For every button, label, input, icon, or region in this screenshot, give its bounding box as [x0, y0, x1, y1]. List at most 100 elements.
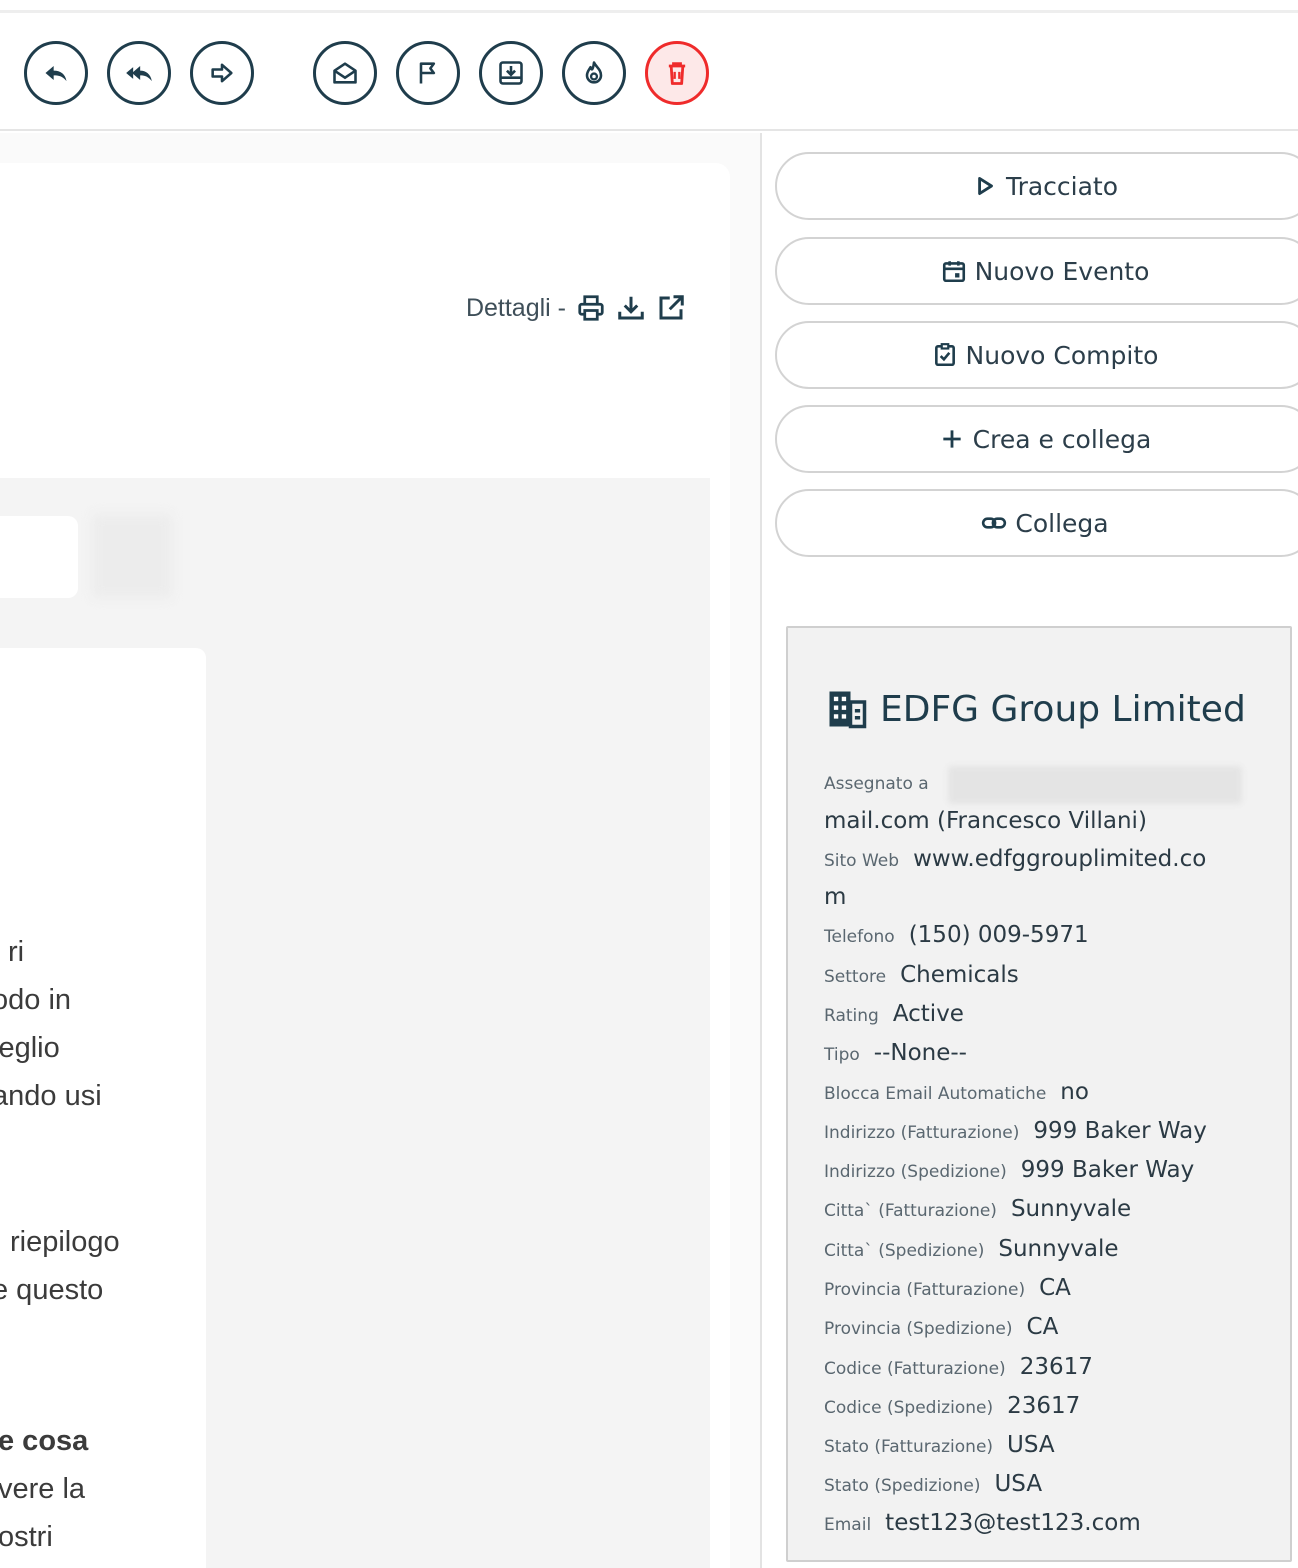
field-row: Codice (Spedizione) 23617	[824, 1388, 1254, 1426]
reply-icon	[45, 66, 67, 82]
new-event-button[interactable]: Nuovo Evento	[775, 237, 1298, 305]
field-value: Chemicals	[900, 962, 1019, 988]
field-label: Telefono	[824, 927, 895, 947]
print-icon[interactable]	[576, 293, 606, 323]
field-row: m	[824, 880, 1254, 916]
field-label: Stato (Spedizione)	[824, 1476, 981, 1496]
pane-divider	[760, 133, 762, 1568]
new-task-button[interactable]: Nuovo Compito	[775, 321, 1298, 389]
field-row: Codice (Fatturazione) 23617	[824, 1348, 1254, 1388]
message-text: e cosa	[0, 1425, 89, 1457]
field-label: Stato (Fatturazione)	[824, 1437, 994, 1457]
field-value: --None--	[873, 1040, 967, 1066]
fire-icon	[585, 61, 603, 84]
field-row: Provincia (Spedizione) CA	[824, 1308, 1254, 1348]
flag-icon	[419, 62, 436, 84]
link-label: Collega	[1015, 508, 1109, 538]
message-text: ando usi	[0, 1080, 102, 1112]
field-value: no	[1060, 1079, 1089, 1105]
field-value[interactable]: test123@test123.com	[885, 1510, 1141, 1536]
field-value[interactable]: www.edfggrouplimited.co	[913, 846, 1206, 872]
field-label: Assegnato a	[824, 774, 929, 794]
field-row: Tipo --None--	[824, 1034, 1254, 1074]
field-label: Blocca Email Automatiche	[824, 1084, 1047, 1104]
field-value: CA	[1026, 1314, 1059, 1340]
spam-button[interactable]	[562, 41, 626, 105]
field-value: m	[824, 884, 847, 910]
field-row: Stato (Fatturazione) USA	[824, 1426, 1254, 1466]
field-label: Sito Web	[824, 851, 900, 871]
field-label: Email	[824, 1515, 872, 1535]
company-card: EDFG Group Limited Assegnato a mail.com …	[786, 626, 1292, 1562]
field-label: Provincia (Spedizione)	[824, 1319, 1013, 1339]
field-label: Settore	[824, 967, 887, 987]
reply-button[interactable]	[24, 41, 88, 105]
field-row: Email test123@test123.com	[824, 1504, 1254, 1544]
calendar-icon	[942, 261, 965, 283]
message-text: vere la	[0, 1473, 86, 1505]
blurred-block	[0, 516, 78, 598]
field-value: (150) 009-5971	[908, 922, 1089, 948]
field-value: 999 Baker Way	[1033, 1118, 1207, 1144]
field-label: Indirizzo (Fatturazione)	[824, 1123, 1020, 1143]
create-link-label: Crea e collega	[972, 424, 1152, 454]
mark-read-button[interactable]	[313, 41, 377, 105]
envelope-open-icon	[333, 62, 357, 84]
inbox-download-icon	[499, 61, 523, 85]
blurred-block	[92, 514, 172, 598]
plus-icon	[942, 430, 961, 448]
field-row: Citta` (Spedizione) Sunnyvale	[824, 1230, 1254, 1270]
tracciato-button[interactable]: Tracciato	[775, 152, 1298, 220]
link-button[interactable]: Collega	[775, 489, 1298, 557]
delete-button[interactable]	[645, 41, 709, 105]
link-icon	[982, 517, 1007, 529]
email-toolbar	[0, 13, 1298, 131]
email-pane: Dettagli - ri odo in ieglio ando usi rie…	[0, 133, 760, 1568]
forward-button[interactable]	[190, 41, 254, 105]
field-label: Citta` (Fatturazione)	[824, 1201, 997, 1221]
details-label: Dettagli -	[465, 293, 566, 322]
field-row: Settore Chemicals	[824, 956, 1254, 996]
field-value: 999 Baker Way	[1020, 1157, 1195, 1183]
create-link-button[interactable]: Crea e collega	[775, 405, 1298, 473]
company-name[interactable]: EDFG Group Limited	[880, 689, 1246, 730]
field-row: Indirizzo (Fatturazione) 999 Baker Way	[824, 1112, 1254, 1152]
flag-button[interactable]	[396, 41, 460, 105]
clipboard-check-icon	[934, 343, 955, 367]
reply-all-button[interactable]	[107, 41, 171, 105]
reply-all-icon	[126, 66, 152, 82]
trash-icon	[668, 62, 686, 85]
field-row: Blocca Email Automatiche no	[824, 1074, 1254, 1112]
field-value: Active	[892, 1001, 964, 1027]
field-row: Telefono (150) 009-5971	[824, 916, 1254, 956]
field-label: Codice (Fatturazione)	[824, 1359, 1006, 1379]
field-row: Provincia (Fatturazione) CA	[824, 1270, 1254, 1308]
field-label: Provincia (Fatturazione)	[824, 1280, 1026, 1300]
redacted-email	[947, 765, 1242, 804]
message-text: odo in	[0, 984, 72, 1016]
new-event-label: Nuovo Evento	[974, 256, 1150, 286]
field-value: mail.com (Francesco Villani)	[824, 808, 1147, 834]
message-text: riepilogo	[10, 1226, 120, 1258]
new-task-label: Nuovo Compito	[965, 340, 1159, 370]
company-fields: Assegnato a mail.com (Francesco Villani)…	[824, 764, 1254, 1544]
field-value: USA	[1007, 1432, 1055, 1458]
company-header: EDFG Group Limited	[826, 688, 1246, 730]
field-list: Sito Web www.edfggrouplimited.co m Telefono…	[824, 840, 1254, 1544]
field-value: CA	[1039, 1275, 1071, 1301]
external-link-icon[interactable]	[656, 293, 686, 323]
field-value: USA	[994, 1471, 1043, 1497]
message-preview: ri odo in ieglio ando usi riepilogo e qu…	[0, 478, 710, 1568]
field-row: Rating Active	[824, 996, 1254, 1034]
assigned-value-row: mail.com (Francesco Villani)	[824, 804, 1254, 840]
archive-button[interactable]	[479, 41, 543, 105]
assigned-row: Assegnato a	[824, 764, 1254, 804]
field-value: Sunnyvale	[998, 1236, 1119, 1262]
download-icon[interactable]	[616, 293, 646, 323]
field-value: 23617	[1019, 1354, 1093, 1380]
field-value: 23617	[1007, 1393, 1081, 1419]
forward-icon	[211, 63, 233, 83]
message-text: ostri	[0, 1521, 53, 1553]
tracciato-label: Tracciato	[1005, 171, 1119, 201]
field-value: Sunnyvale	[1010, 1196, 1132, 1222]
